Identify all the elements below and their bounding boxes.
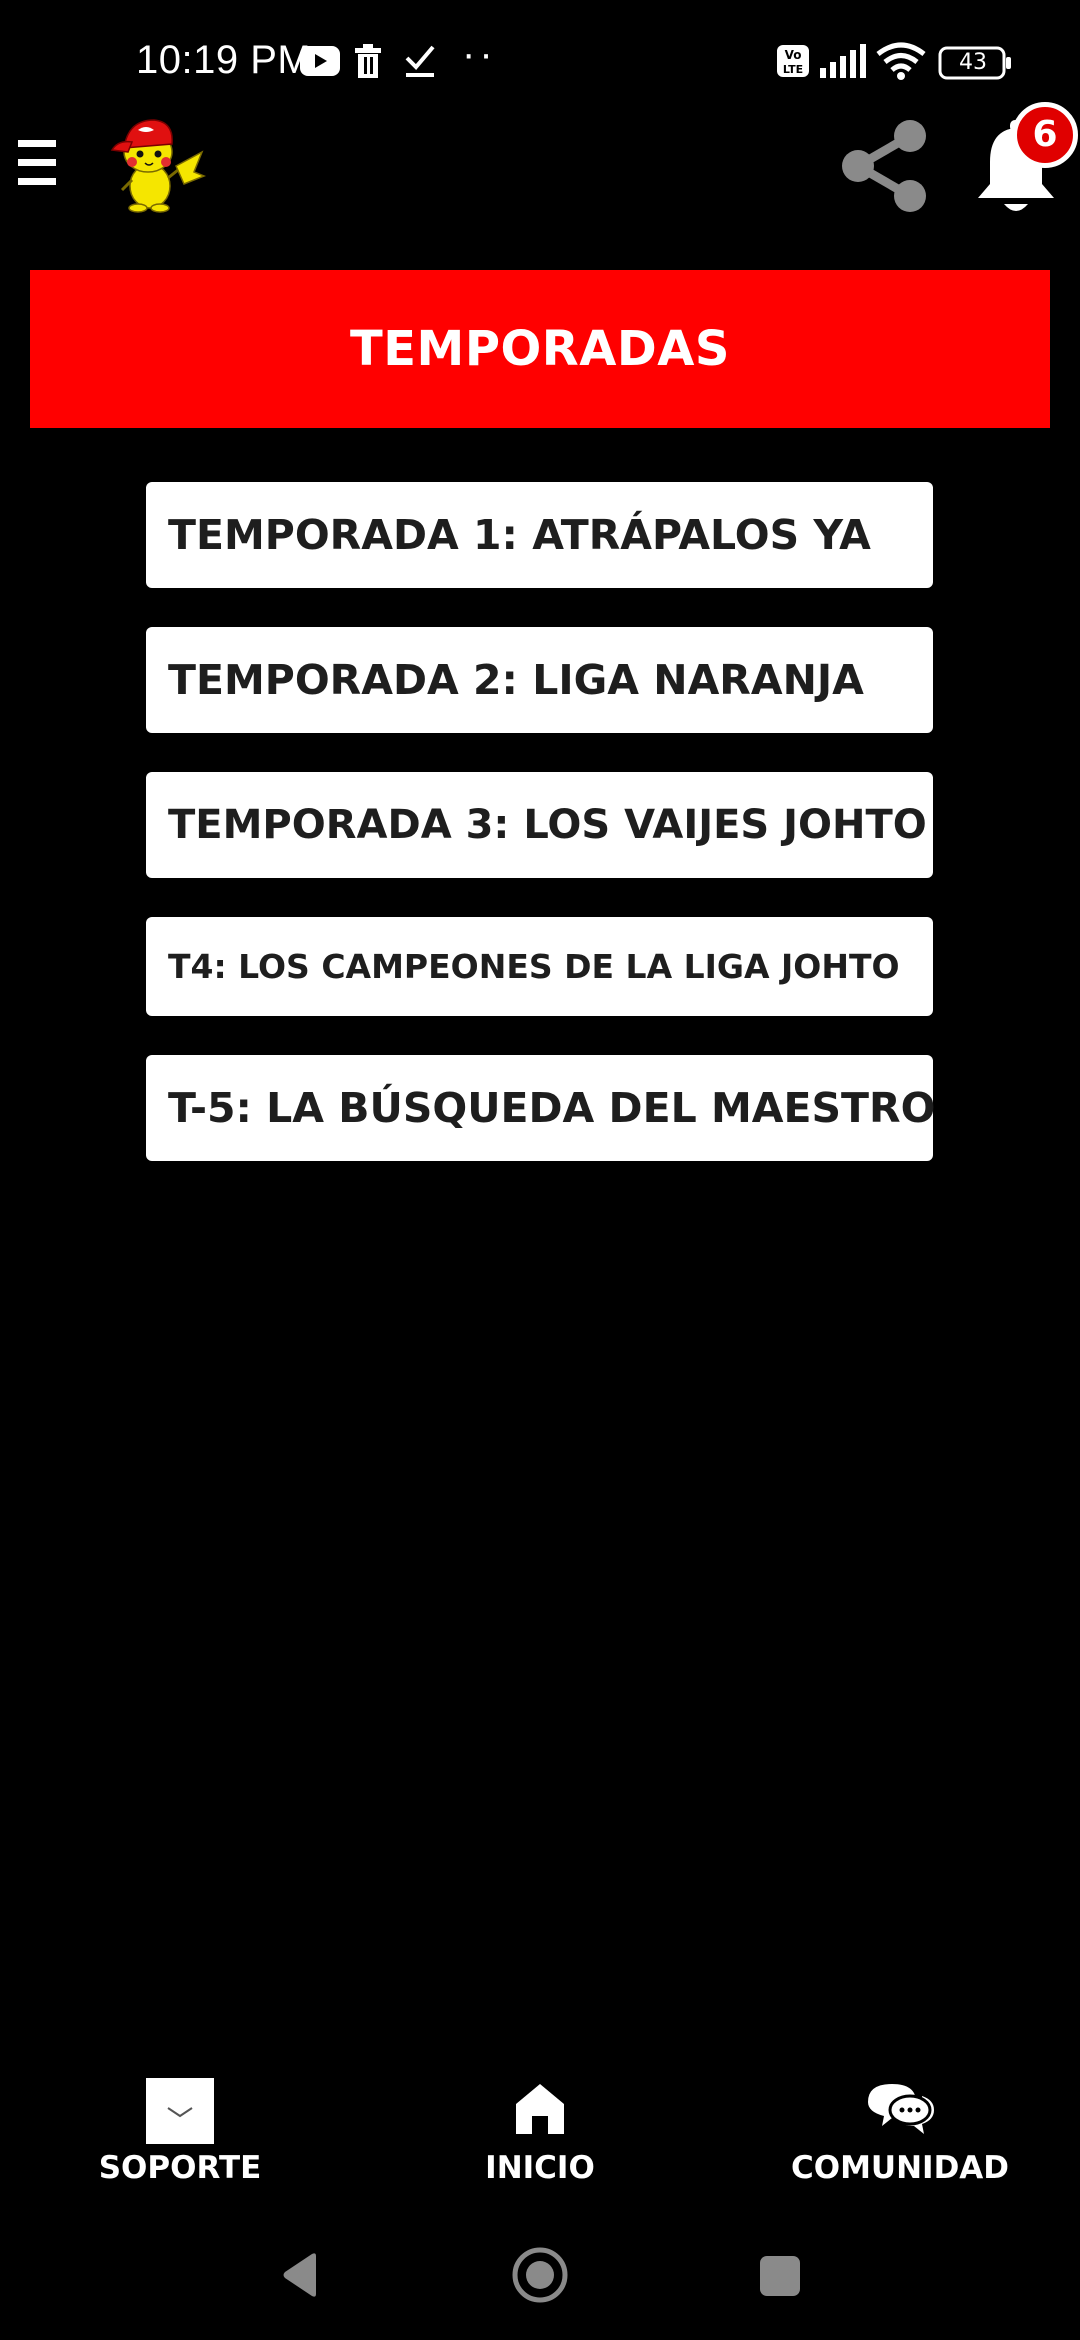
battery-level: 43: [959, 50, 987, 75]
volte-icon: Vo LTE: [777, 45, 809, 77]
nav-label: SOPORTE: [98, 2150, 262, 2186]
check-icon: [405, 45, 435, 77]
back-icon[interactable]: [280, 2252, 320, 2298]
season-item-4[interactable]: T4: LOS CAMPEONES DE LA LIGA JOHTO: [146, 917, 933, 1016]
nav-inicio[interactable]: INICIO: [390, 2060, 690, 2200]
pikachu-logo: [110, 119, 207, 213]
season-item-5[interactable]: T-5: LA BÚSQUEDA DEL MAESTRO: [146, 1055, 936, 1161]
season-label: TEMPORADA 1: ATRÁPALOS YA: [168, 511, 871, 559]
nav-comunidad[interactable]: COMUNIDAD: [750, 2060, 1050, 2200]
home-icon: [516, 2084, 564, 2134]
recents-icon[interactable]: [760, 2256, 800, 2296]
youtube-icon: [300, 46, 340, 76]
nav-label: COMUNIDAD: [790, 2150, 1010, 2186]
season-item-1[interactable]: TEMPORADA 1: ATRÁPALOS YA: [146, 482, 933, 588]
notification-badge: 6: [1012, 102, 1078, 168]
svg-text:Vo: Vo: [785, 48, 802, 62]
season-item-3[interactable]: TEMPORADA 3: LOS VAIJES JOHTO: [146, 772, 933, 878]
season-label: T4: LOS CAMPEONES DE LA LIGA JOHTO: [168, 947, 900, 986]
app-header: [0, 100, 1080, 240]
section-banner: TEMPORADAS: [30, 270, 1050, 428]
system-nav: [0, 2220, 1080, 2330]
banner-title: TEMPORADAS: [350, 321, 730, 377]
status-time: 10:19 PM: [136, 38, 312, 82]
chat-icon: [868, 2084, 934, 2134]
share-icon[interactable]: [836, 116, 932, 216]
season-label: TEMPORADA 2: LIGA NARANJA: [168, 656, 864, 704]
wifi-icon: [876, 42, 926, 80]
signal-icon: [820, 44, 866, 78]
status-dots: ··: [462, 32, 497, 76]
svg-text:LTE: LTE: [783, 63, 803, 76]
bottom-nav: SOPORTE INICIO COMUNIDAD: [0, 2060, 1080, 2200]
menu-icon[interactable]: [18, 140, 58, 190]
envelope-icon: [146, 2078, 214, 2144]
season-label: T-5: LA BÚSQUEDA DEL MAESTRO: [168, 1084, 936, 1132]
trash-icon: [355, 44, 381, 78]
nav-label: INICIO: [485, 2150, 595, 2186]
season-item-2[interactable]: TEMPORADA 2: LIGA NARANJA: [146, 627, 933, 733]
nav-soporte[interactable]: SOPORTE: [30, 2060, 330, 2200]
home-circle-icon[interactable]: [510, 2245, 570, 2305]
season-label: TEMPORADA 3: LOS VAIJES JOHTO: [168, 802, 927, 848]
